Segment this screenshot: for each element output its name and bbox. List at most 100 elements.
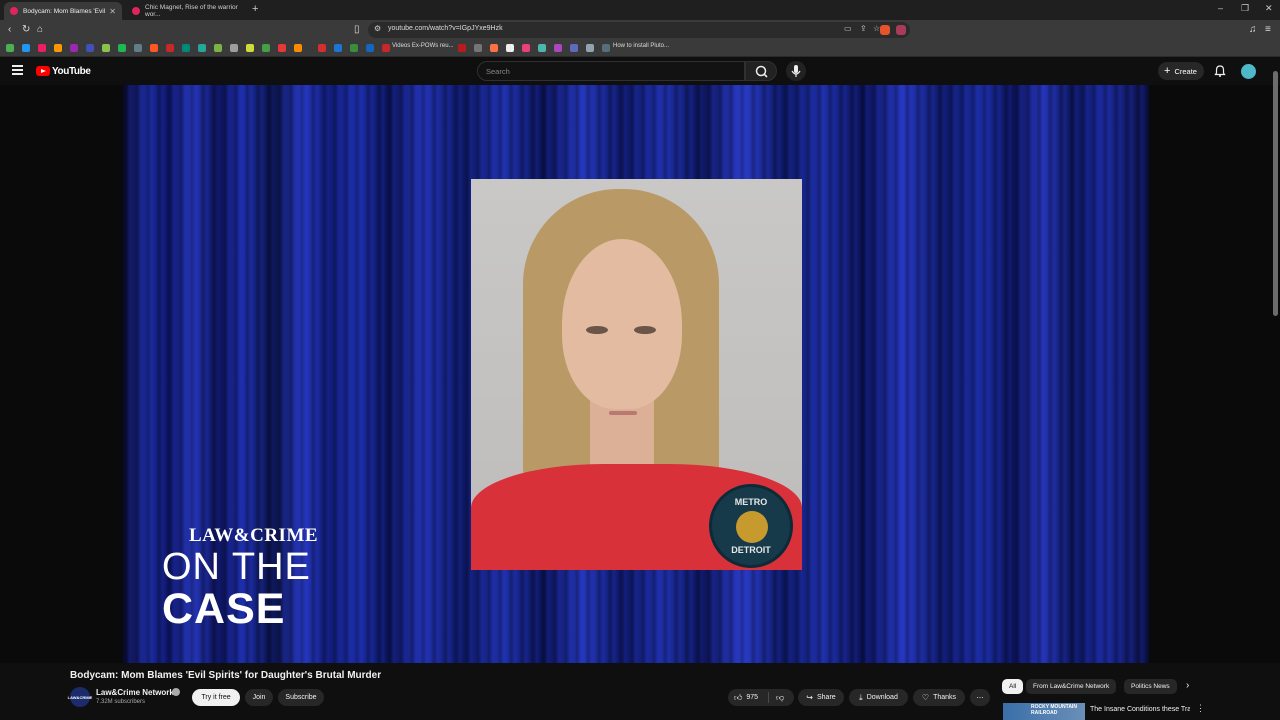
bookmark-icon[interactable]	[150, 44, 158, 52]
bookmark-icon[interactable]	[230, 44, 238, 52]
bookmark-label[interactable]: How to install Pluto...	[613, 43, 669, 49]
chevron-right-icon[interactable]: ›	[1186, 680, 1189, 691]
search-icon	[755, 65, 768, 78]
subscribe-button[interactable]: Subscribe	[278, 689, 324, 706]
bookmark-icon[interactable]	[350, 44, 358, 52]
bookmark-icon[interactable]	[506, 44, 514, 52]
address-bar[interactable]: ⚙ youtube.com/watch?v=IGpJYxe9Hzk ▭ ⇪ ☆	[368, 22, 910, 38]
share-button[interactable]: ↪ Share	[798, 689, 844, 706]
bookmark-icon[interactable]	[86, 44, 94, 52]
restore-icon[interactable]: ❐	[1241, 3, 1249, 14]
join-button[interactable]: Join	[245, 689, 273, 706]
create-button[interactable]: + Create	[1158, 62, 1204, 80]
bookmark-icon[interactable]	[294, 44, 302, 52]
bookmark-icon[interactable]	[490, 44, 498, 52]
menu-dots-icon[interactable]: ≡	[1265, 24, 1271, 36]
bookmark-icon[interactable]	[382, 44, 390, 52]
tab-chic-magnet[interactable]: Chic Magnet, Rise of the warrior wor...	[126, 2, 246, 20]
back-icon[interactable]: ‹	[8, 24, 11, 36]
voice-search-button[interactable]	[786, 61, 806, 81]
bookmark-icon[interactable]	[334, 44, 342, 52]
bookmark-icon[interactable]	[118, 44, 126, 52]
bookmark-icon[interactable]	[6, 44, 14, 52]
plus-icon: +	[1164, 65, 1171, 77]
bookmarks-bar: Videos Ex-POWs reu... How to install Plu…	[0, 40, 1280, 57]
tab-bodycam[interactable]: Bodycam: Mom Blames 'Evil ✕	[4, 2, 122, 20]
search-button[interactable]	[745, 61, 777, 81]
bookmark-icon[interactable]	[570, 44, 578, 52]
bookmark-icon[interactable]	[38, 44, 46, 52]
minimize-icon[interactable]: –	[1218, 3, 1223, 13]
new-tab-button[interactable]: +	[252, 3, 258, 15]
bookmark-icon[interactable]	[246, 44, 254, 52]
chip-politics-news[interactable]: Politics News	[1124, 679, 1177, 694]
seal-bottom-text: DETROIT	[731, 545, 771, 555]
chip-from-channel[interactable]: From Law&Crime Network	[1026, 679, 1117, 694]
search-input[interactable]: Search	[477, 61, 745, 81]
more-vert-icon[interactable]: ⋮	[1196, 703, 1205, 714]
close-icon[interactable]: ✕	[109, 7, 116, 16]
bookmark-icon[interactable]	[278, 44, 286, 52]
close-window-icon[interactable]: ✕	[1265, 3, 1273, 14]
page-scrollbar[interactable]	[1273, 63, 1278, 720]
bookmark-icon[interactable]	[458, 44, 466, 52]
bookmark-icon[interactable]	[366, 44, 374, 52]
bookmark-icon[interactable]	[474, 44, 482, 52]
bookmark-icon[interactable]	[522, 44, 530, 52]
notifications-bell-icon[interactable]	[1214, 65, 1226, 77]
brave-rewards-icon[interactable]	[896, 25, 906, 35]
recommended-thumbnail[interactable]: ROCKY MOUNTAIN RAILROAD	[1003, 703, 1085, 720]
bookmark-icon[interactable]	[318, 44, 326, 52]
try-it-free-button[interactable]: Try it free	[192, 689, 240, 706]
thanks-button[interactable]: ♡ Thanks	[913, 689, 965, 706]
face	[562, 239, 682, 409]
video-player[interactable]: METRO DETROIT LAW&CRIME ON THE CASE	[0, 85, 1280, 663]
verified-badge-icon	[172, 688, 180, 696]
bookmark-icon[interactable]	[102, 44, 110, 52]
url-text[interactable]: youtube.com/watch?v=IGpJYxe9Hzk	[388, 25, 503, 32]
like-count[interactable]: 975	[746, 694, 758, 701]
bookmark-icon[interactable]	[54, 44, 62, 52]
download-button[interactable]: ⤓ Download	[849, 689, 908, 706]
channel-avatar[interactable]: LAW&CRIME	[68, 687, 92, 707]
bookmark-icon[interactable]	[166, 44, 174, 52]
bookmark-icon[interactable]	[134, 44, 142, 52]
bookmark-icon[interactable]	[586, 44, 594, 52]
bookmark-icon[interactable]	[554, 44, 562, 52]
bookmark-icon[interactable]	[198, 44, 206, 52]
youtube-wordmark[interactable]: YouTube	[52, 66, 91, 77]
download-label: Download	[866, 694, 898, 701]
bookmark-icon[interactable]	[602, 44, 610, 52]
channel-name[interactable]: Law&Crime Network	[96, 688, 174, 697]
scrollbar-thumb[interactable]	[1273, 71, 1278, 316]
account-avatar[interactable]	[1241, 64, 1256, 79]
recommended-title[interactable]: The Insane Conditions these Train Crews …	[1090, 705, 1190, 720]
reload-icon[interactable]: ↻	[22, 24, 30, 36]
media-icon[interactable]: ♫	[1249, 24, 1257, 36]
share-page-icon[interactable]: ⇪	[860, 24, 867, 33]
microphone-icon	[791, 65, 801, 77]
browser-tab-bar: Bodycam: Mom Blames 'Evil ✕ Chic Magnet,…	[0, 0, 1280, 20]
site-info-icon[interactable]: ⚙	[374, 24, 381, 33]
youtube-logo-icon[interactable]	[36, 66, 50, 76]
bookmark-icon[interactable]	[182, 44, 190, 52]
youtube-header: YouTube Search + Create	[0, 57, 1280, 85]
bookmark-label[interactable]: Videos Ex-POWs reu...	[392, 43, 454, 49]
bookmark-icon[interactable]	[538, 44, 546, 52]
cast-icon[interactable]: ▭	[844, 24, 852, 33]
bookmark-icon[interactable]	[214, 44, 222, 52]
chip-all[interactable]: All	[1002, 679, 1024, 694]
bookmark-icon[interactable]	[70, 44, 78, 52]
more-actions-button[interactable]: ⋯	[970, 689, 990, 706]
bookmark-icon[interactable]	[22, 44, 30, 52]
bookmark-icon[interactable]	[262, 44, 270, 52]
brand-mid-text: ON THE	[162, 546, 311, 588]
seal-top-text: METRO	[734, 497, 768, 507]
brave-shield-icon[interactable]	[880, 25, 890, 35]
thumbs-up-icon[interactable]: 👍︎	[734, 693, 742, 703]
thumbs-down-icon[interactable]: 👎︎	[776, 693, 784, 703]
hamburger-menu-icon[interactable]	[12, 65, 23, 75]
mugshot-image: METRO DETROIT	[471, 179, 802, 570]
home-icon[interactable]: ⌂	[37, 24, 43, 36]
bookmark-icon[interactable]: ▯	[354, 24, 360, 36]
